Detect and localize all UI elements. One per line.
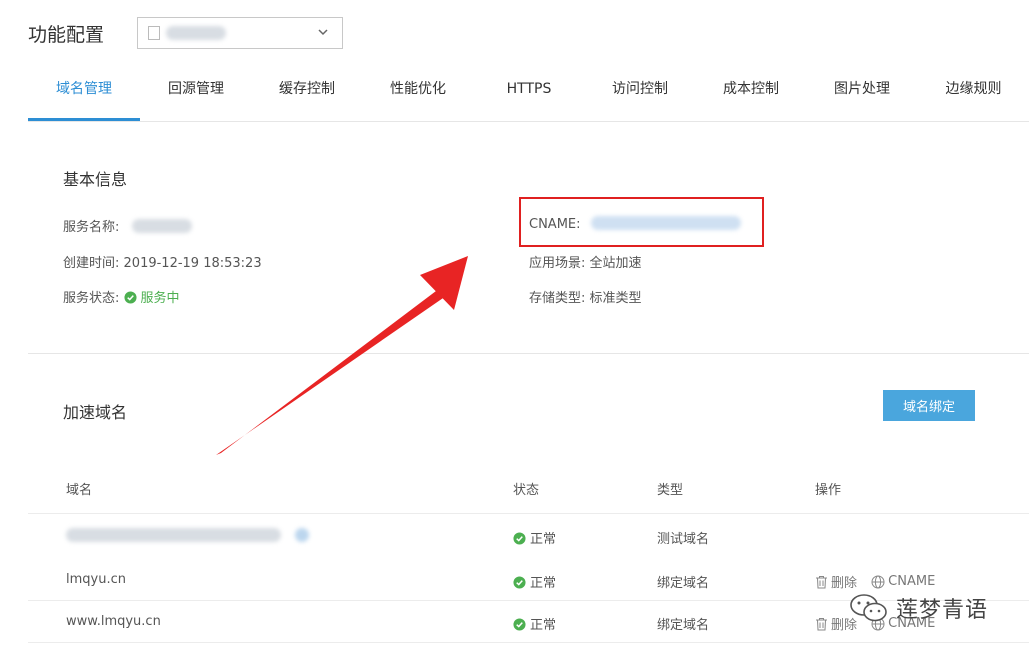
table-row-type: 绑定域名 [657, 618, 710, 633]
check-circle-icon [123, 291, 137, 304]
check-circle-icon [513, 532, 526, 545]
col-header-status: 状态 [513, 483, 540, 498]
status-value-wrap: 服务中 [123, 291, 180, 306]
table-row-domain: www.lmqyu.cn [66, 614, 161, 629]
wechat-icon [850, 594, 887, 622]
table-row-status: 正常 [513, 572, 556, 591]
col-header-domain: 域名 [66, 483, 93, 498]
tab-domain-management[interactable]: 域名管理 [28, 64, 140, 121]
service-name-redacted [166, 26, 226, 40]
tab-performance[interactable]: 性能优化 [362, 64, 474, 121]
page-header: 功能配置 [28, 16, 104, 50]
bind-domain-button[interactable]: 域名绑定 [883, 390, 975, 421]
created-row: 创建时间: 2019-12-19 18:53:23 [63, 252, 262, 271]
status-row: 服务状态: 服务中 [63, 287, 180, 306]
watermark-text: 莲梦青语 [896, 598, 989, 623]
service-name-row: 服务名称: [63, 216, 192, 235]
row-divider [28, 642, 1029, 643]
service-select[interactable] [137, 17, 343, 49]
test-domain-redacted [66, 528, 281, 542]
cname-link-label: CNAME [888, 574, 936, 589]
trash-icon [816, 575, 827, 588]
storage-row: 存储类型: 标准类型 [529, 287, 642, 306]
watermark: 莲梦青语 [848, 592, 988, 624]
storage-value: 标准类型 [589, 291, 642, 306]
tab-cache-control[interactable]: 缓存控制 [252, 64, 362, 121]
cname-button[interactable]: CNAME [871, 574, 935, 589]
check-circle-icon [513, 618, 526, 631]
scene-label: 应用场景: [529, 256, 586, 271]
delete-label: 删除 [831, 576, 858, 591]
col-header-ops: 操作 [815, 483, 842, 498]
check-circle-icon [513, 576, 526, 589]
col-header-type: 类型 [657, 483, 684, 498]
scene-value: 全站加速 [589, 256, 642, 271]
domains-title: 加速域名 [63, 403, 128, 422]
created-value: 2019-12-19 18:53:23 [123, 256, 262, 271]
tab-image-processing[interactable]: 图片处理 [806, 64, 918, 121]
table-row-status: 正常 [513, 528, 556, 547]
table-row-domain-redacted [66, 528, 310, 546]
cname-highlight-box [519, 197, 764, 247]
status-value: 服务中 [140, 291, 180, 306]
created-label: 创建时间: [63, 256, 120, 271]
row-status-text: 正常 [530, 532, 557, 547]
row-status-text: 正常 [530, 576, 557, 591]
tab-https[interactable]: HTTPS [474, 64, 584, 121]
storage-label: 存储类型: [529, 291, 586, 306]
scene-row: 应用场景: 全站加速 [529, 252, 642, 271]
section-divider [28, 353, 1029, 354]
tab-edge-rules[interactable]: 边缘规则 [918, 64, 1029, 121]
service-name-value-redacted [131, 219, 192, 233]
globe-icon [871, 575, 885, 588]
table-row-domain: lmqyu.cn [66, 572, 126, 587]
tab-bar: 域名管理 回源管理 缓存控制 性能优化 HTTPS 访问控制 成本控制 图片处理… [28, 64, 1029, 122]
table-row-type: 绑定域名 [657, 576, 710, 591]
table-row-type: 测试域名 [657, 532, 710, 547]
page-title: 功能配置 [28, 23, 105, 46]
tab-cost-control[interactable]: 成本控制 [696, 64, 806, 121]
service-icon [148, 26, 160, 40]
row-status-text: 正常 [530, 618, 557, 633]
status-label: 服务状态: [63, 291, 120, 306]
basic-info-title: 基本信息 [63, 170, 128, 189]
table-row-status: 正常 [513, 614, 556, 633]
service-name-label: 服务名称: [63, 220, 120, 235]
copy-icon[interactable] [295, 528, 310, 542]
delete-button[interactable]: 删除 [815, 572, 857, 591]
table-header-line [28, 513, 1029, 514]
table-row-ops: 删除 CNAME [815, 572, 935, 593]
tab-access-control[interactable]: 访问控制 [584, 64, 696, 121]
chevron-down-icon [318, 29, 328, 36]
tab-origin-management[interactable]: 回源管理 [140, 64, 252, 121]
trash-icon [816, 617, 827, 630]
